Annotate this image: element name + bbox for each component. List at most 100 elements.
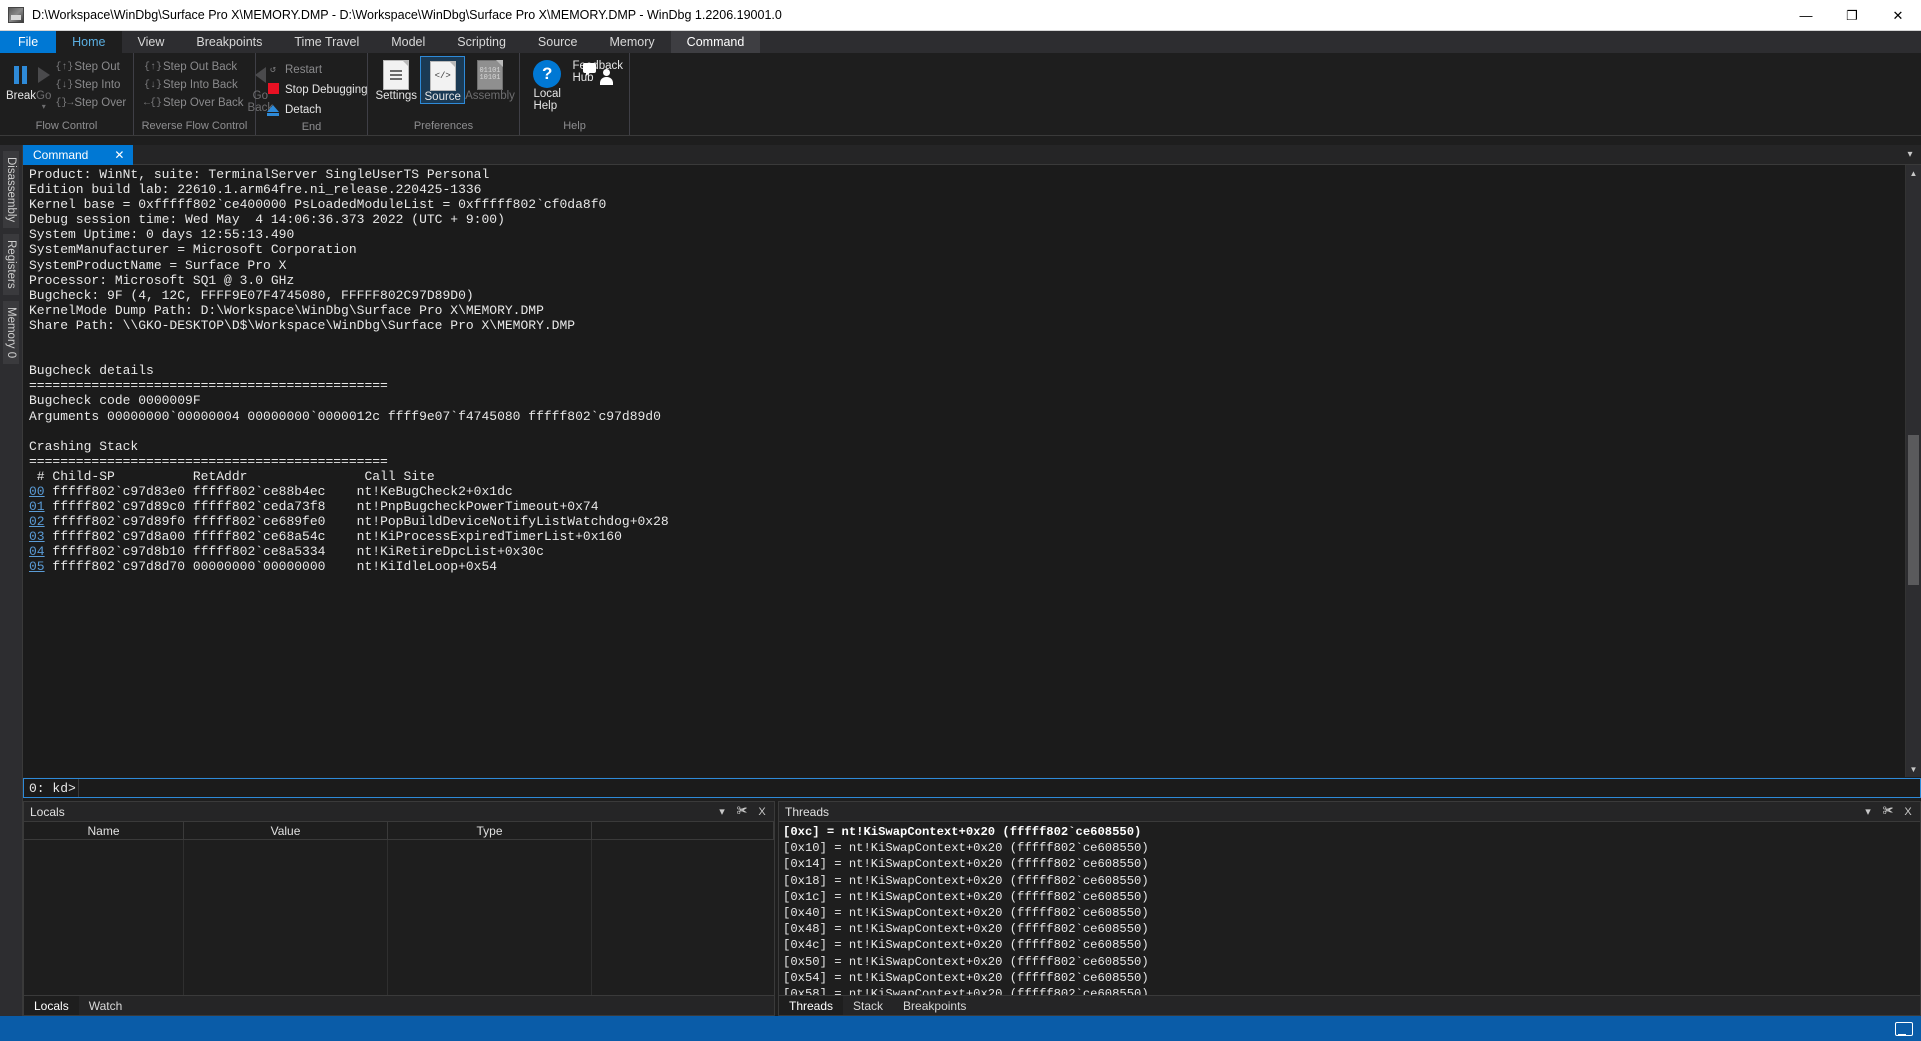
- source-button[interactable]: </> Source: [420, 56, 465, 104]
- ribbon-tab-view[interactable]: View: [122, 31, 181, 53]
- list-item[interactable]: [0xc] = nt!KiSwapContext+0x20 (fffff802`…: [783, 824, 1920, 840]
- list-item[interactable]: [0x10] = nt!KiSwapContext+0x20 (fffff802…: [783, 840, 1920, 856]
- stack-frame-row[interactable]: 01 fffff802`c97d89c0 fffff802`ceda73f8 n…: [29, 499, 1905, 514]
- ribbon-tab-file[interactable]: File: [0, 31, 57, 53]
- settings-button[interactable]: Settings: [374, 56, 418, 102]
- stack-frame-index-link[interactable]: 02: [29, 514, 45, 529]
- step-out-button[interactable]: {↑} Step Out: [51, 58, 130, 76]
- step-into-button[interactable]: {↓} Step Into: [51, 76, 130, 94]
- pin-icon[interactable]: ✀: [1880, 804, 1896, 820]
- flow-control-small-buttons: {↑} Step Out {↓} Step Into {}→ Step Over: [51, 56, 130, 112]
- ribbon-tab-command[interactable]: Command: [670, 31, 761, 53]
- ribbon-tab-home[interactable]: Home: [56, 31, 122, 53]
- step-over-button[interactable]: {}→ Step Over: [51, 94, 130, 112]
- ribbon-tab-breakpoints[interactable]: Breakpoints: [180, 31, 278, 53]
- list-item[interactable]: [0x18] = nt!KiSwapContext+0x20 (fffff802…: [783, 873, 1920, 889]
- command-input-row[interactable]: 0: kd>: [23, 778, 1921, 798]
- sidebar-item-registers[interactable]: Registers: [3, 234, 19, 295]
- tab-stack[interactable]: Stack: [843, 996, 893, 1015]
- command-input[interactable]: [79, 779, 1920, 797]
- stack-frame-row[interactable]: 00 fffff802`c97d83e0 fffff802`ce88b4ec n…: [29, 484, 1905, 499]
- go-dropdown-chevron-icon[interactable]: ▾: [42, 102, 46, 111]
- threads-list[interactable]: [0xc] = nt!KiSwapContext+0x20 (fffff802`…: [779, 822, 1920, 995]
- play-icon: [37, 60, 50, 90]
- minimize-button[interactable]: —: [1783, 0, 1829, 31]
- stack-frame-index-link[interactable]: 03: [29, 529, 45, 544]
- ribbon-tab-source[interactable]: Source: [522, 31, 594, 53]
- settings-doc-icon: [383, 60, 410, 90]
- stack-frame-index-link[interactable]: 00: [29, 484, 45, 499]
- step-out-label: Step Out: [74, 61, 120, 73]
- locals-pane-header: Locals ▾ ✀ X: [24, 802, 774, 822]
- close-icon[interactable]: X: [1900, 804, 1916, 820]
- list-item[interactable]: [0x48] = nt!KiSwapContext+0x20 (fffff802…: [783, 921, 1920, 937]
- stack-frame-index-link[interactable]: 04: [29, 544, 45, 559]
- stack-frame-row[interactable]: 05 fffff802`c97d8d70 00000000`00000000 n…: [29, 559, 1905, 574]
- go-button[interactable]: Go ▾: [36, 56, 51, 111]
- locals-grid-body[interactable]: [24, 840, 774, 995]
- list-item[interactable]: [0x54] = nt!KiSwapContext+0x20 (fffff802…: [783, 970, 1920, 986]
- stop-debugging-button[interactable]: Stop Debugging: [262, 80, 371, 100]
- close-icon[interactable]: ✕: [114, 148, 124, 162]
- ribbon-tab-model[interactable]: Model: [375, 31, 441, 53]
- scroll-up-arrow-icon[interactable]: ▲: [1906, 165, 1921, 181]
- stack-frame-row[interactable]: 03 fffff802`c97d8a00 fffff802`ce68a54c n…: [29, 529, 1905, 544]
- step-over-back-button[interactable]: ←{} Step Over Back: [140, 94, 248, 112]
- tab-watch[interactable]: Watch: [79, 996, 133, 1015]
- list-item[interactable]: [0x40] = nt!KiSwapContext+0x20 (fffff802…: [783, 905, 1920, 921]
- list-item[interactable]: [0x58] = nt!KiSwapContext+0x20 (fffff802…: [783, 986, 1920, 995]
- source-code-icon: </>: [429, 61, 456, 91]
- close-button[interactable]: ✕: [1875, 0, 1921, 31]
- ribbon-tab-memory[interactable]: Memory: [594, 31, 671, 53]
- column-header-value[interactable]: Value: [184, 822, 388, 839]
- list-item[interactable]: [0x4c] = nt!KiSwapContext+0x20 (fffff802…: [783, 937, 1920, 953]
- close-icon[interactable]: X: [754, 804, 770, 820]
- scroll-down-arrow-icon[interactable]: ▼: [1906, 761, 1921, 777]
- list-item[interactable]: [0x50] = nt!KiSwapContext+0x20 (fffff802…: [783, 954, 1920, 970]
- break-button[interactable]: Break: [6, 56, 36, 102]
- assembly-button[interactable]: 01101 10101 Assembly: [465, 56, 515, 102]
- step-over-back-label: Step Over Back: [163, 97, 244, 109]
- step-into-back-button[interactable]: {↓} Step Into Back: [140, 76, 248, 94]
- threads-pane: Threads ▾ ✀ X [0xc] = nt!KiSwapContext+0…: [778, 801, 1921, 1016]
- sidebar-item-disassembly[interactable]: Disassembly: [3, 151, 19, 229]
- step-over-icon: {}→: [55, 97, 74, 109]
- scrollbar-thumb[interactable]: [1908, 435, 1919, 585]
- tab-breakpoints[interactable]: Breakpoints: [893, 996, 976, 1015]
- command-output-line: Debug session time: Wed May 4 14:06:36.3…: [29, 212, 505, 228]
- stack-frame-index-link[interactable]: 01: [29, 499, 45, 514]
- sidebar-item-memory-0[interactable]: Memory 0: [3, 300, 19, 364]
- list-item[interactable]: [0x14] = nt!KiSwapContext+0x20 (fffff802…: [783, 856, 1920, 872]
- stack-frame-row[interactable]: 04 fffff802`c97d8b10 fffff802`ce8a5334 n…: [29, 544, 1905, 559]
- detach-button[interactable]: Detach: [262, 100, 371, 120]
- ribbon-tab-scripting[interactable]: Scripting: [441, 31, 522, 53]
- source-label: Source: [424, 91, 461, 103]
- column-header-type[interactable]: Type: [388, 822, 592, 839]
- restart-button[interactable]: ↺ Restart: [262, 60, 371, 80]
- feedback-hub-button[interactable]: Feedback Hub: [572, 56, 623, 85]
- stack-frame-row[interactable]: 02 fffff802`c97d89f0 fffff802`ce689fe0 n…: [29, 514, 1905, 529]
- tab-locals[interactable]: Locals: [24, 996, 79, 1015]
- stack-frame-text: fffff802`c97d83e0 fffff802`ce88b4ec nt!K…: [44, 483, 513, 499]
- tab-threads[interactable]: Threads: [779, 996, 844, 1015]
- reverse-flow-small-buttons: {↑} Step Out Back {↓} Step Into Back ←{}…: [140, 56, 248, 112]
- column-header-name[interactable]: Name: [24, 822, 184, 839]
- ribbon-tab-time-travel[interactable]: Time Travel: [278, 31, 375, 53]
- locals-col-value: [184, 840, 388, 995]
- feedback-hub-label: Feedback Hub: [572, 60, 623, 84]
- list-item[interactable]: [0x1c] = nt!KiSwapContext+0x20 (fffff802…: [783, 889, 1920, 905]
- command-vertical-scrollbar[interactable]: ▲ ▼: [1905, 165, 1921, 777]
- maximize-button[interactable]: ❐: [1829, 0, 1875, 31]
- tab-command[interactable]: Command ✕: [23, 145, 133, 165]
- feedback-status-icon[interactable]: [1895, 1021, 1913, 1036]
- step-out-back-button[interactable]: {↑} Step Out Back: [140, 58, 248, 76]
- stack-frame-text: fffff802`c97d89c0 fffff802`ceda73f8 nt!P…: [44, 499, 599, 515]
- chevron-down-icon[interactable]: ▾: [1860, 804, 1876, 820]
- pin-icon[interactable]: ✀: [734, 804, 750, 820]
- command-output-text[interactable]: Product: WinNt, suite: TerminalServer Si…: [23, 165, 1905, 777]
- detach-label: Detach: [285, 104, 322, 116]
- stack-frame-index-link[interactable]: 05: [29, 559, 45, 574]
- chevron-down-icon[interactable]: ▾: [714, 804, 730, 820]
- chevron-down-icon[interactable]: ▾: [1899, 145, 1921, 165]
- local-help-button[interactable]: ? Local Help: [526, 56, 568, 112]
